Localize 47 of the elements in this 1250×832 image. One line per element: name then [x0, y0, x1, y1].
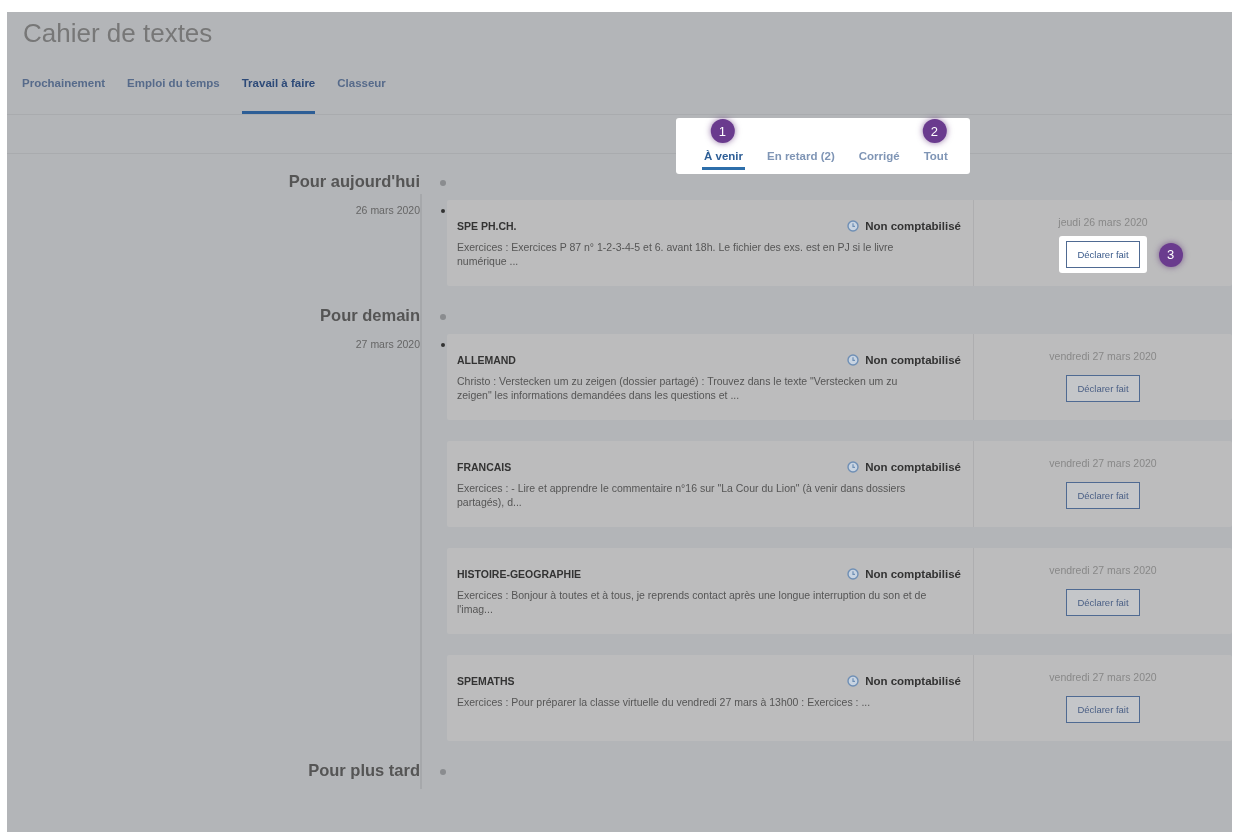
timeline-dot [441, 209, 445, 213]
homework-description: Exercices : Bonjour à toutes et à tous, je reprends contact après une longue interruption du son et de l'imag... [457, 588, 927, 616]
clock-icon [847, 461, 860, 473]
subject-title: SPEMATHS [457, 675, 515, 687]
clock-icon [847, 568, 860, 580]
section-heading: Pour aujourd'hui [287, 172, 421, 192]
nav-tab[interactable]: Emploi du temps [127, 54, 220, 114]
declare-done-button[interactable]: Déclarer fait [1066, 589, 1140, 616]
timeline-dot [440, 314, 446, 320]
homework-description: Christo : Verstecken um zu zeigen (dossier partagé) : Trouvez dans le texte "Verstecken um zu zeigen" les informations demandées dans les questions et ... [457, 374, 899, 402]
timeline-dot [441, 343, 445, 347]
nav-tab[interactable]: Prochainement [22, 54, 106, 114]
step-badge: 2 [922, 119, 947, 143]
declare-done-button[interactable]: Déclarer fait [1066, 241, 1140, 268]
filter-tab[interactable]: En retard (2) [765, 144, 837, 170]
status-label: Non comptabilisé [865, 354, 961, 366]
filter-tab[interactable]: À venir [702, 144, 745, 170]
homework-description: Exercices : Pour préparer la classe virtuelle du vendredi 27 mars à 13h00 : Exercices : ... [457, 695, 872, 709]
date-label: 26 mars 2020 [354, 203, 421, 218]
declare-done-button[interactable]: Déclarer fait [1066, 696, 1140, 723]
filter-tab[interactable]: Corrigé [856, 144, 902, 170]
clock-icon [847, 354, 860, 366]
subject-title: SPE PH.CH. [457, 220, 517, 232]
homework-description: Exercices : Exercices P 87 n° 1-2-3-4-5 et 6. avant 18h. Le fichier des exs. est en PJ si le livre numérique ... [457, 240, 895, 268]
subject-title: ALLEMAND [457, 354, 516, 366]
clock-icon [847, 675, 860, 687]
homework-description: Exercices : - Lire et apprendre le commentaire n°16 sur "La Cour du Lion" (à venir dans dossiers partagés), d... [457, 481, 907, 509]
filter-tab[interactable]: Tout [921, 144, 950, 170]
timeline-dot [440, 769, 446, 775]
status-label: Non comptabilisé [865, 461, 961, 473]
status-label: Non comptabilisé [865, 675, 961, 687]
nav-tab[interactable]: Travail à faire [241, 54, 316, 114]
section-heading: Pour plus tard [307, 761, 421, 781]
section-heading: Pour demain [319, 306, 421, 326]
page-title: Cahier de textes [22, 17, 214, 50]
timeline-dot [440, 180, 446, 186]
declare-done-button[interactable]: Déclarer fait [1066, 375, 1140, 402]
subject-title: FRANCAIS [457, 461, 512, 473]
declare-done-button[interactable]: Déclarer fait [1066, 482, 1140, 509]
step-badge: 1 [710, 119, 735, 143]
date-label: 27 mars 2020 [354, 337, 421, 352]
status-label: Non comptabilisé [865, 220, 961, 232]
status-label: Non comptabilisé [865, 568, 961, 580]
clock-icon [847, 220, 860, 232]
step-badge: 3 [1158, 242, 1183, 267]
subject-title: HISTOIRE-GEOGRAPHIE [457, 568, 582, 580]
nav-tab[interactable]: Classeur [337, 54, 386, 114]
